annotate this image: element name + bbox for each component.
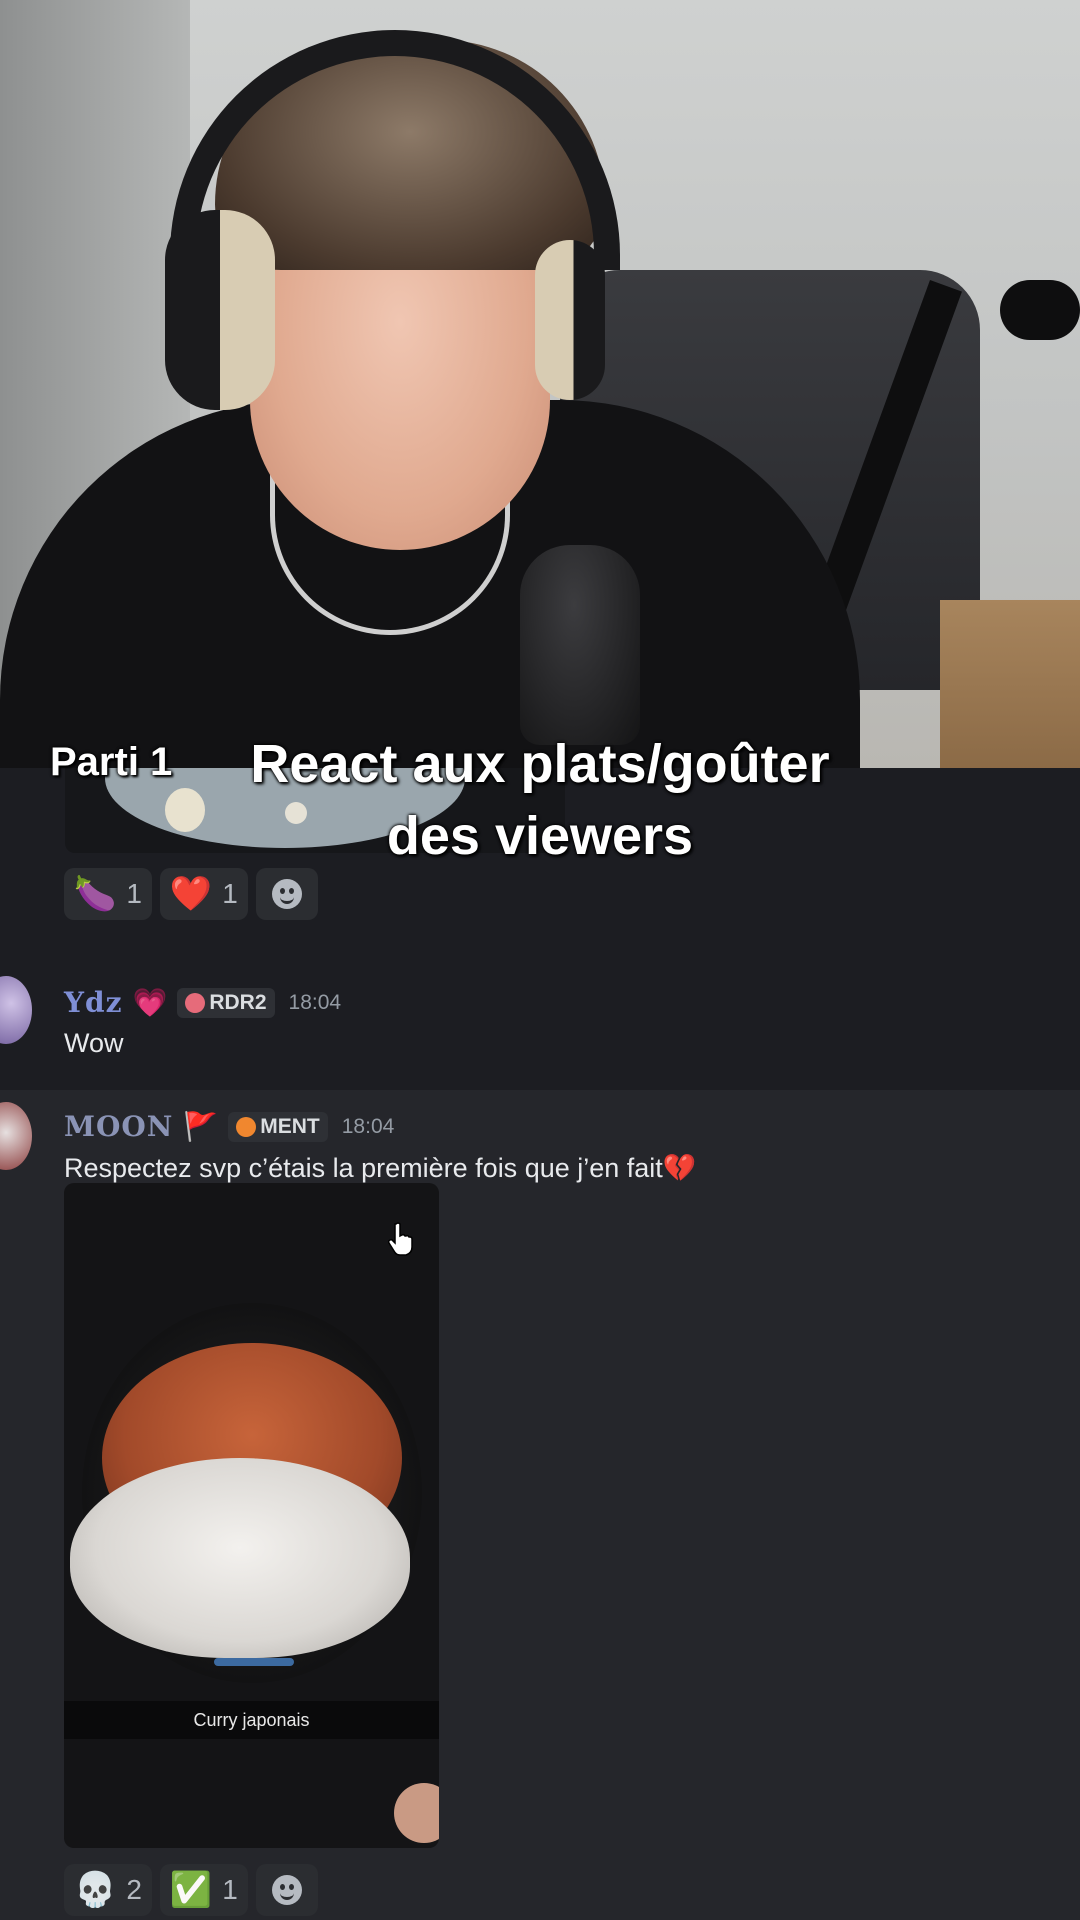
microphone bbox=[520, 545, 640, 745]
smile-add-reaction-icon bbox=[271, 879, 302, 909]
skull-icon: 💀 bbox=[74, 1871, 117, 1909]
smile-add-reaction-icon bbox=[271, 1875, 302, 1905]
add-reaction-button[interactable] bbox=[255, 868, 318, 920]
reaction-eggplant[interactable]: 🍆 1 bbox=[64, 868, 152, 920]
server-tag-label: RDR2 bbox=[209, 990, 267, 1014]
reaction-count: 2 bbox=[126, 1874, 142, 1905]
message-header: MOON 🚩 MENT 18:04 bbox=[64, 1110, 394, 1143]
heart-badge-icon: 💗 bbox=[132, 986, 168, 1018]
message-header: Ydz 💗 RDR2 18:04 bbox=[64, 986, 341, 1019]
discord-chat: 🍆 1 ❤️ 1 Ydz 💗 RDR2 18:04 Wow MOON 🚩 MEN… bbox=[0, 768, 1080, 1920]
timestamp: 18:04 bbox=[288, 990, 342, 1014]
title-line-2: des viewers bbox=[386, 806, 694, 866]
headphones-right-cup bbox=[535, 240, 605, 400]
rice-photo bbox=[70, 1458, 410, 1658]
title-line-1: React aux plats/goûter bbox=[250, 734, 830, 794]
avatar[interactable] bbox=[0, 976, 32, 1044]
heart-icon: ❤️ bbox=[169, 875, 213, 913]
reaction-count: 1 bbox=[126, 878, 142, 909]
tag-icon bbox=[236, 1116, 257, 1137]
avatar[interactable] bbox=[0, 1102, 32, 1170]
video-title-overlay: React aux plats/goûter des viewers bbox=[180, 728, 900, 872]
eggplant-icon: 🍆 bbox=[74, 875, 117, 913]
previous-message-reactions: 🍆 1 ❤️ 1 bbox=[64, 868, 318, 920]
check-mark-icon: ✅ bbox=[169, 1871, 213, 1909]
skull-tag-icon bbox=[185, 992, 206, 1013]
server-tag-label: MENT bbox=[260, 1114, 320, 1138]
image-attachment[interactable]: Curry japonais bbox=[64, 1183, 439, 1848]
part-label: Parti 1 bbox=[50, 740, 173, 784]
chat-message: Ydz 💗 RDR2 18:04 Wow bbox=[0, 968, 1080, 1078]
attachment-caption: Curry japonais bbox=[64, 1701, 439, 1739]
mic-arm-mount bbox=[1000, 280, 1080, 340]
webcam-feed bbox=[0, 0, 1080, 768]
add-reaction-button[interactable] bbox=[255, 1864, 318, 1916]
username[interactable]: Ydz bbox=[64, 986, 122, 1019]
username[interactable]: MOON bbox=[64, 1110, 173, 1143]
message-reactions: 💀 2 ✅ 1 bbox=[64, 1864, 318, 1916]
message-text: Wow bbox=[64, 1028, 124, 1058]
reaction-count: 1 bbox=[222, 878, 238, 909]
background-floor bbox=[940, 600, 1080, 768]
timestamp: 18:04 bbox=[341, 1114, 395, 1138]
reaction-check[interactable]: ✅ 1 bbox=[159, 1864, 248, 1916]
server-tag[interactable]: RDR2 bbox=[177, 987, 275, 1018]
reaction-count: 1 bbox=[222, 1874, 238, 1905]
reaction-heart[interactable]: ❤️ 1 bbox=[159, 868, 248, 920]
flag-badge-icon: 🚩 bbox=[183, 1110, 219, 1142]
reaction-skull[interactable]: 💀 2 bbox=[64, 1864, 152, 1916]
message-text: Respectez svp c’étais la première fois q… bbox=[64, 1153, 697, 1183]
headphones-left-cup bbox=[165, 210, 275, 410]
pot-handle bbox=[214, 1658, 294, 1666]
hand-pointer-cursor-icon bbox=[388, 1222, 413, 1256]
server-tag[interactable]: MENT bbox=[228, 1111, 328, 1142]
hand-photo bbox=[394, 1783, 439, 1843]
